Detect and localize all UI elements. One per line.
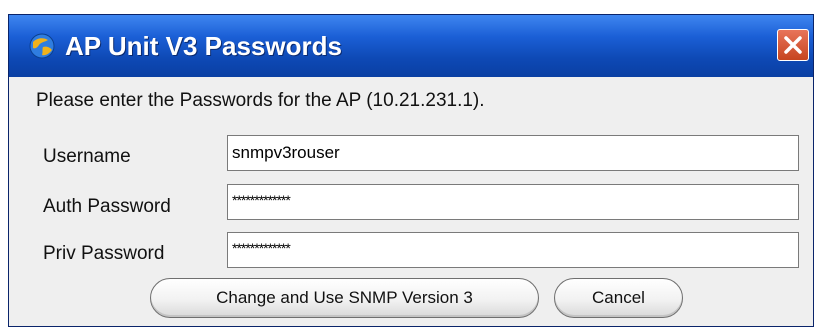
dialog-window: AP Unit V3 Passwords Please enter the Pa…	[8, 14, 814, 327]
username-label: Username	[43, 146, 131, 167]
auth-password-field[interactable]: *************	[227, 184, 799, 220]
username-field[interactable]: snmpv3rouser	[227, 135, 799, 171]
priv-password-field[interactable]: *************	[227, 232, 799, 268]
globe-icon	[29, 33, 55, 59]
close-button[interactable]	[777, 29, 809, 61]
cancel-button[interactable]: Cancel	[554, 278, 683, 318]
prompt-text: Please enter the Passwords for the AP (1…	[36, 90, 485, 111]
priv-password-label: Priv Password	[43, 243, 165, 264]
window-title: AP Unit V3 Passwords	[65, 31, 342, 61]
change-snmp-v3-button[interactable]: Change and Use SNMP Version 3	[150, 278, 539, 318]
close-icon	[784, 36, 802, 54]
auth-password-label: Auth Password	[43, 196, 171, 217]
dialog-content: Please enter the Passwords for the AP (1…	[9, 77, 813, 326]
title-bar[interactable]: AP Unit V3 Passwords	[9, 15, 813, 77]
